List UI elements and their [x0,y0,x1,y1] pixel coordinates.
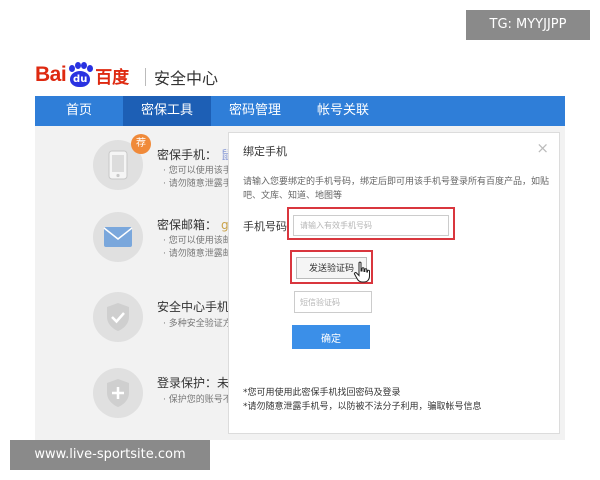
site-title: 安全中心 [135,65,218,89]
dialog-intro: 请输入您要绑定的手机号码，绑定后即可用该手机号登录所有百度产品，如贴吧、文库、知… [243,177,550,201]
shield-check-icon [93,292,143,342]
recommend-badge: 荐 [131,134,151,154]
paw-toe [87,65,94,72]
dialog-note-1: *您可用使用此密保手机找回密码及登录 [243,388,401,398]
watermark-bottom: www.live-sportsite.com [10,440,210,470]
dialog-title: 绑定手机 [243,145,287,158]
security-phone-desc-1: · 您可以使用该手 [163,166,232,176]
nav-account-linking[interactable]: 帐号关联 [299,96,387,126]
hand-cursor-icon [353,261,370,283]
security-phone-title: 密保手机：鼠 [157,148,233,162]
nav-password-management[interactable]: 密码管理 [211,96,299,126]
bind-phone-dialog: 绑定手机 × 请输入您要绑定的手机号码，绑定后即可用该手机号登录所有百度产品，如… [228,132,560,434]
paw-icon: du [67,62,94,88]
phone-highlight-box [287,207,455,240]
header: Bai du 百度 安全中心 [35,40,565,96]
phone-input[interactable] [293,215,449,236]
sms-code-input[interactable] [294,291,372,313]
logo-divider [145,68,146,86]
logo-text-cn: 百度 [95,67,130,88]
logo-text-bai: Bai [35,63,67,86]
security-email-desc-1: · 您可以使用该邮 [163,236,232,246]
nav-security-tools[interactable]: 密保工具 [123,96,211,126]
security-phone-desc-2: · 请勿随意泄露手 [163,179,232,189]
baidu-logo[interactable]: Bai du 百度 [35,62,129,88]
confirm-button[interactable]: 确定 [292,325,370,349]
close-icon[interactable]: × [536,139,549,157]
mobile-app-desc: · 多种安全验证方 [163,319,232,329]
login-protection-desc: · 保护您的账号不 [163,395,232,405]
mail-icon [93,212,143,262]
phone-label: 手机号码 [243,220,287,233]
baidu-security-page: Bai du 百度 安全中心 首页 密保工具 密码管理 帐号关联 荐 密保手机：… [35,40,565,440]
security-email-desc-2: · 请勿随意泄露邮 [163,249,232,259]
nav-home[interactable]: 首页 [35,96,123,126]
site-name: 安全中心 [154,69,219,88]
dialog-note-2: *请勿随意泄露手机号，以防被不法分子利用，骗取帐号信息 [243,402,482,412]
shield-plus-icon [93,368,143,418]
logo-text-du: du [70,71,91,87]
watermark-top: TG: MYYJJPP [466,10,590,40]
main-nav: 首页 密保工具 密码管理 帐号关联 [35,96,565,126]
